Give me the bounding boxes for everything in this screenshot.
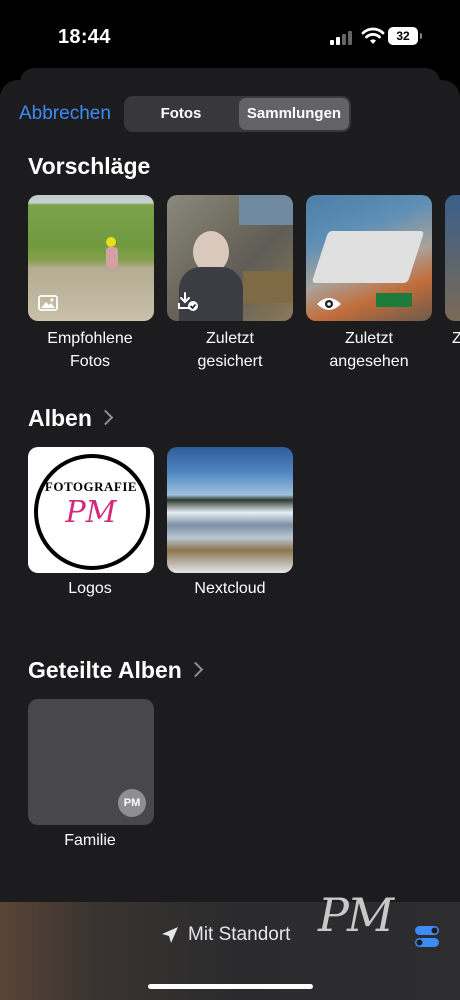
battery-icon: 32 xyxy=(388,27,422,45)
suggestion-recommended-photos[interactable] xyxy=(28,195,154,321)
options-toggle-icon[interactable] xyxy=(414,923,440,949)
location-arrow-icon[interactable] xyxy=(160,925,180,945)
logo-text: FOTOGRAFIE xyxy=(44,479,138,494)
suggestions-title: Vorschläge xyxy=(28,153,151,179)
desk xyxy=(243,271,293,303)
tab-fotos[interactable]: Fotos xyxy=(126,98,236,130)
tab-sammlungen[interactable]: Sammlungen xyxy=(239,98,349,130)
label-line: Zuletzt xyxy=(344,330,393,347)
status-time: 18:44 xyxy=(58,26,111,48)
label-line: Z xyxy=(452,330,460,347)
album-label-logos: Logos xyxy=(68,580,112,597)
logo-initials: PM xyxy=(65,495,117,530)
shared-album-label-familie: Familie xyxy=(64,832,116,849)
wifi-icon xyxy=(361,27,385,44)
download-check-icon xyxy=(178,292,198,311)
suggestion-label-partial: Z xyxy=(452,327,460,350)
chevron-right-icon xyxy=(187,661,204,678)
label-line: Empfohlene xyxy=(47,330,133,347)
label-line: gesichert xyxy=(197,353,263,370)
view-segmented-control: Fotos Sammlungen xyxy=(124,96,351,132)
cellular-signal-icon xyxy=(330,29,354,45)
child-figure xyxy=(106,237,116,247)
suggestion-recently-viewed[interactable] xyxy=(306,195,432,321)
screen-indicator xyxy=(376,293,412,307)
label-line: angesehen xyxy=(329,353,409,370)
label-line: Fotos xyxy=(69,353,110,370)
chevron-right-icon xyxy=(97,409,114,426)
albums-header[interactable]: Alben xyxy=(28,405,114,432)
shared-albums-title: Geteilte Alben xyxy=(28,657,182,683)
collections-sheet: Abbrechen Fotos Sammlungen Vorschläge Em… xyxy=(0,80,460,1000)
albums-title: Alben xyxy=(28,405,92,431)
status-bar: 18:44 32 xyxy=(0,0,460,70)
suggestion-recently-saved[interactable] xyxy=(167,195,293,321)
album-nextcloud[interactable] xyxy=(167,447,293,573)
label-line: Zuletzt xyxy=(205,330,254,347)
suggestion-partial[interactable] xyxy=(445,195,460,321)
child-body xyxy=(106,247,118,269)
avatar: PM xyxy=(118,789,146,817)
suggestion-label-recommended: Empfohlene Fotos xyxy=(20,327,160,373)
album-logos[interactable]: FOTOGRAFIE PM xyxy=(28,447,154,573)
cancel-button[interactable]: Abbrechen xyxy=(19,103,111,125)
suggestion-label-viewed: Zuletzt angesehen xyxy=(299,327,439,373)
suggestion-label-saved: Zuletzt gesichert xyxy=(160,327,300,373)
home-indicator xyxy=(148,984,313,989)
shared-albums-header[interactable]: Geteilte Alben xyxy=(28,657,204,684)
photo-icon xyxy=(38,295,58,311)
location-toggle-button[interactable]: Mit Standort xyxy=(188,924,290,946)
keyboard-screen xyxy=(311,231,425,283)
eye-icon xyxy=(317,298,341,310)
album-label-nextcloud: Nextcloud xyxy=(194,580,266,597)
wall-picture xyxy=(239,195,293,225)
shared-album-familie[interactable]: PM xyxy=(28,699,154,825)
watermark-signature: PM xyxy=(318,888,394,942)
